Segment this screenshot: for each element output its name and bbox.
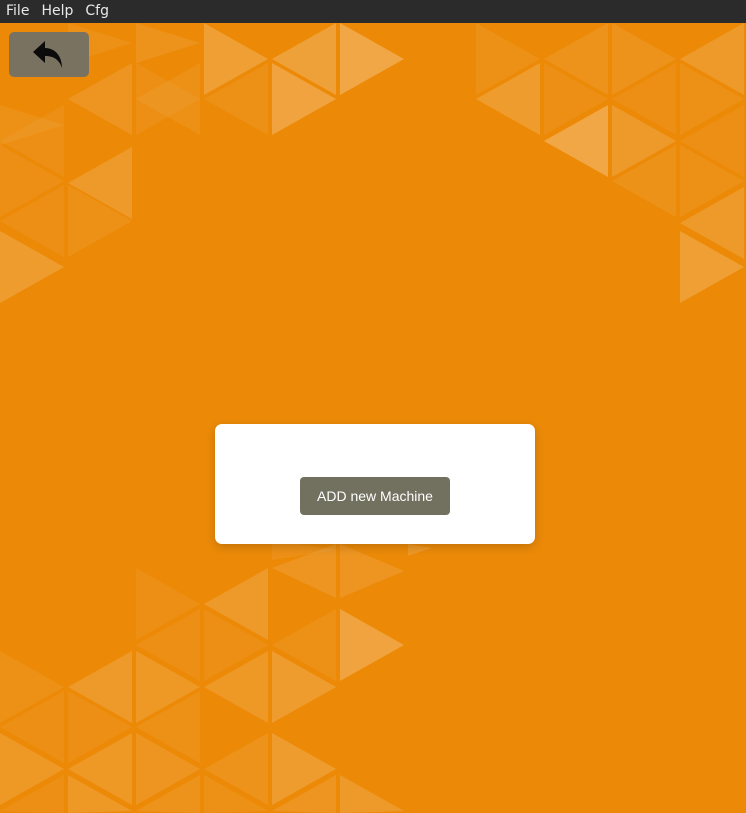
back-button[interactable] xyxy=(9,32,89,77)
menu-file[interactable]: File xyxy=(0,0,35,23)
add-new-machine-button[interactable]: ADD new Machine xyxy=(300,477,450,515)
triangle-pattern-background xyxy=(0,23,746,813)
undo-arrow-icon xyxy=(33,40,62,68)
app-window: File Help Cfg ADD new Machine xyxy=(0,0,746,813)
add-machine-card: ADD new Machine xyxy=(215,424,535,544)
menu-help[interactable]: Help xyxy=(35,0,79,23)
menu-cfg[interactable]: Cfg xyxy=(79,0,115,23)
menu-bar: File Help Cfg xyxy=(0,0,746,23)
